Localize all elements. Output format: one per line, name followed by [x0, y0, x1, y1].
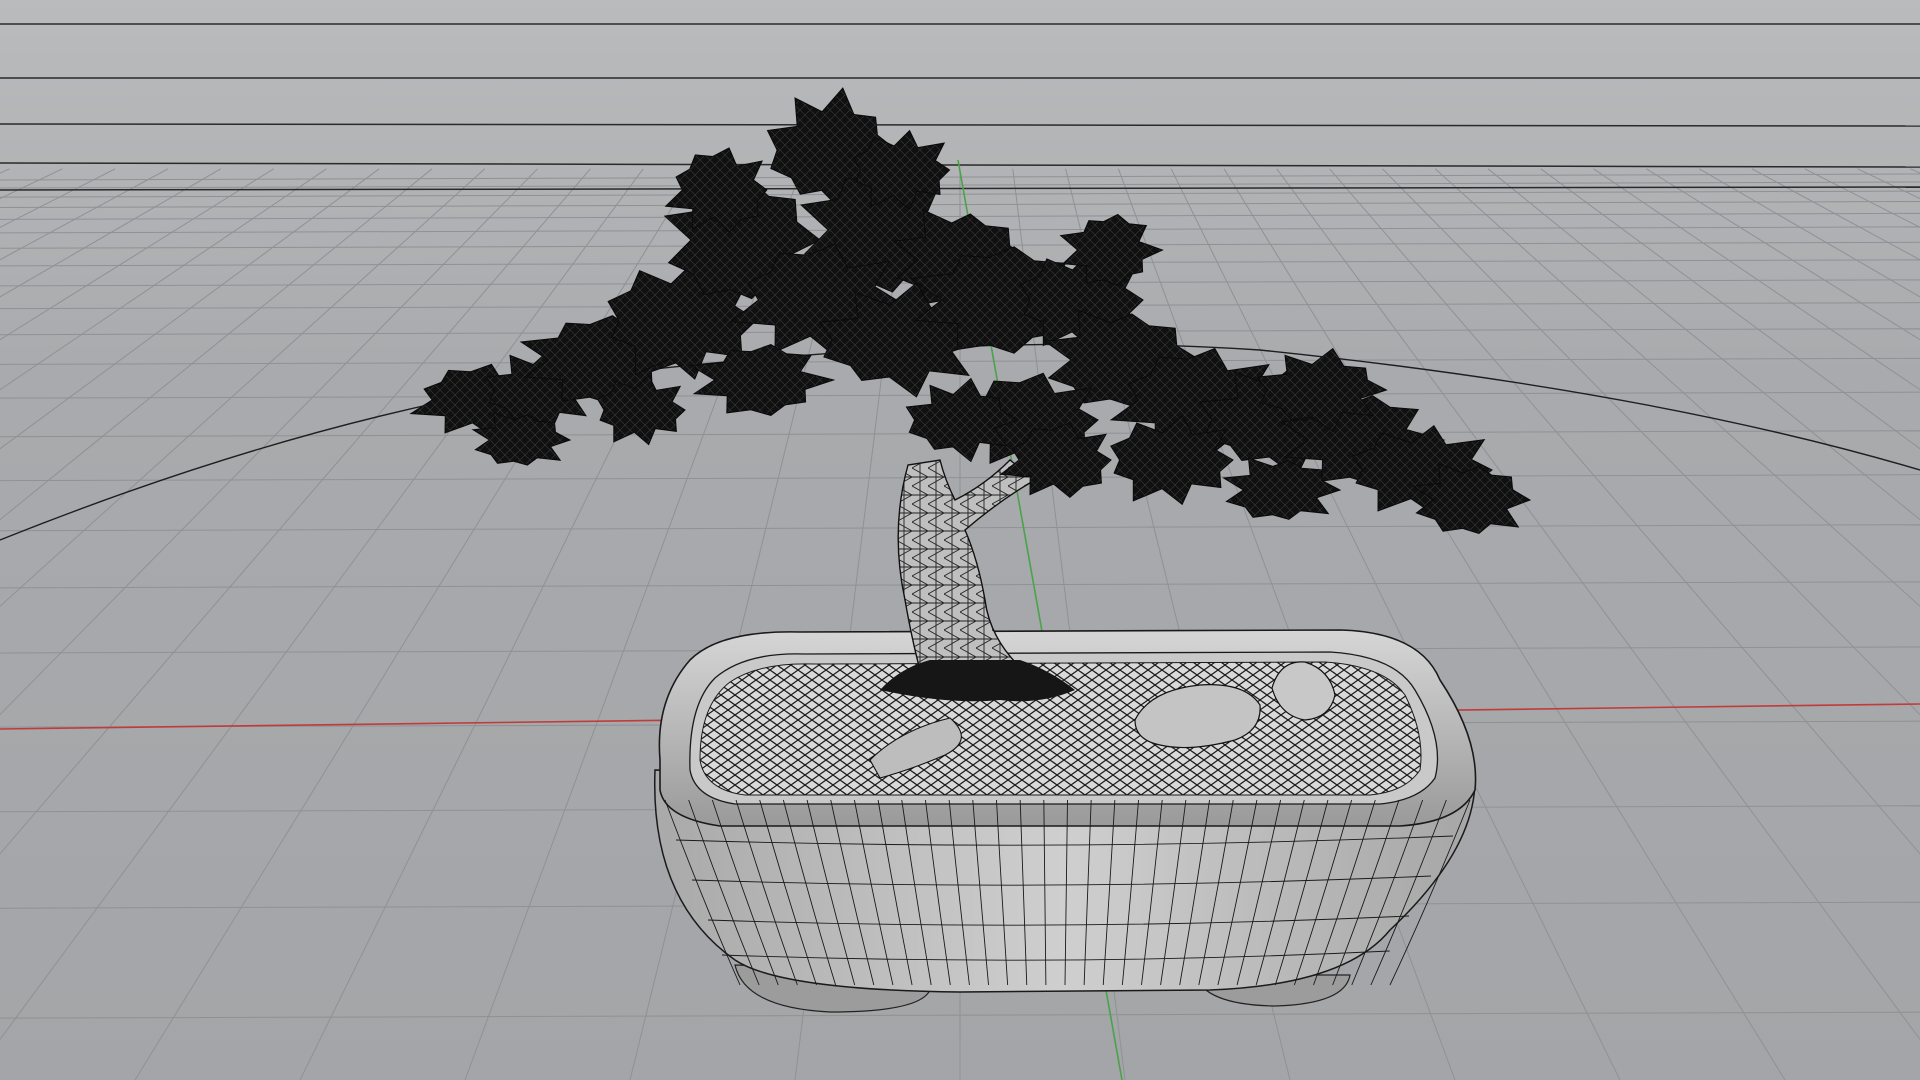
3d-viewport[interactable] — [0, 0, 1920, 1080]
viewport-canvas[interactable] — [0, 0, 1920, 1080]
